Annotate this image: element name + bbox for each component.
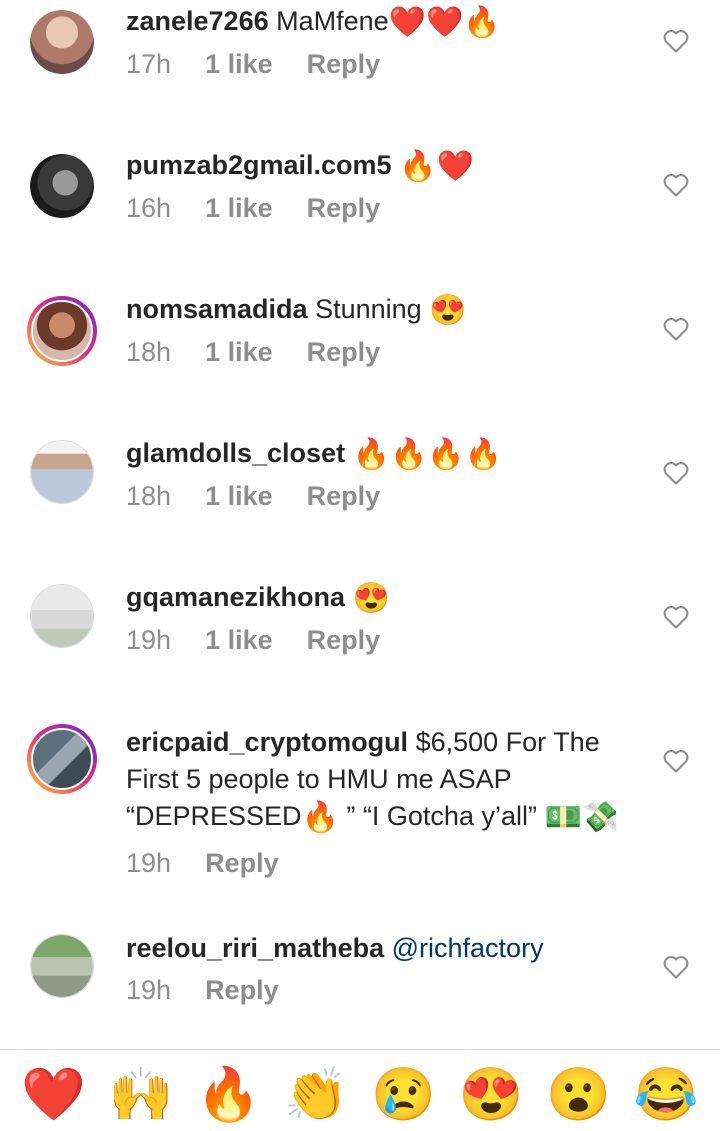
comment-likes[interactable]: 1 like [205, 481, 273, 512]
avatar[interactable] [30, 10, 94, 74]
comment-username[interactable]: glamdolls_closet [126, 438, 345, 468]
divider [0, 1049, 720, 1050]
avatar[interactable] [27, 296, 97, 366]
avatar[interactable] [30, 934, 94, 998]
avatar[interactable] [27, 724, 97, 794]
heart-icon[interactable] [662, 316, 690, 342]
reply-button[interactable]: Reply [307, 625, 381, 656]
reply-button[interactable]: Reply [205, 975, 279, 1006]
comment-time: 19h [126, 975, 172, 1005]
heart-icon[interactable] [662, 460, 690, 486]
comment-likes[interactable]: 1 like [205, 337, 273, 368]
comment-text: MaMfene [276, 6, 389, 36]
red-heart-icon[interactable]: ❤️ [21, 1065, 86, 1125]
comment-username[interactable]: ericpaid_cryptomogul [126, 727, 408, 757]
comment-time: 19h [126, 848, 172, 878]
comment-username[interactable]: nomsamadida [126, 294, 308, 324]
heart-icon[interactable] [662, 604, 690, 630]
comment-emoji: 😍 [352, 582, 390, 615]
heart-eyes-icon[interactable]: 😍 [459, 1065, 524, 1125]
comment-time: 17h [126, 49, 172, 79]
comment-username[interactable]: reelou_riri_matheba [126, 933, 384, 963]
emoji-reaction-bar: ❤️ 🙌 🔥 👏 😢 😍 😮 😂 [0, 1060, 720, 1130]
heart-icon[interactable] [662, 954, 690, 980]
clapping-hands-icon[interactable]: 👏 [284, 1065, 349, 1125]
reply-button[interactable]: Reply [205, 848, 279, 879]
comment-time: 16h [126, 193, 172, 223]
avatar[interactable] [30, 440, 94, 504]
comment-time: 19h [126, 625, 172, 655]
comment-username[interactable]: gqamanezikhona [126, 582, 345, 612]
comment-time: 18h [126, 481, 172, 511]
comment-username[interactable]: zanele7266 [126, 6, 269, 36]
comment-emoji: 💵💸 [544, 801, 620, 834]
comment-text: Stunning [315, 294, 422, 324]
crying-face-icon[interactable]: 😢 [371, 1065, 436, 1125]
heart-icon[interactable] [662, 28, 690, 54]
comment-emoji: 🔥❤️ [399, 150, 474, 183]
comment-likes[interactable]: 1 like [205, 193, 273, 224]
comment-time: 18h [126, 337, 172, 367]
reply-button[interactable]: Reply [307, 481, 381, 512]
comment-emoji: 😍 [429, 294, 467, 327]
comment-emoji: ❤️❤️🔥 [388, 6, 501, 39]
reply-button[interactable]: Reply [307, 193, 381, 224]
comment-username[interactable]: pumzab2gmail.com5 [126, 150, 392, 180]
avatar[interactable] [30, 584, 94, 648]
heart-icon[interactable] [662, 172, 690, 198]
surprised-face-icon[interactable]: 😮 [546, 1065, 611, 1125]
fire-icon[interactable]: 🔥 [196, 1065, 261, 1125]
mention-link[interactable]: @richfactory [392, 933, 544, 963]
tears-of-joy-icon[interactable]: 😂 [634, 1065, 699, 1125]
avatar[interactable] [30, 154, 94, 218]
reply-button[interactable]: Reply [307, 337, 381, 368]
heart-icon[interactable] [662, 748, 690, 774]
comment-emoji: 🔥🔥🔥🔥 [352, 438, 503, 471]
reply-button[interactable]: Reply [307, 49, 381, 80]
comment-text: ” “I Gotcha y’all” [346, 801, 537, 831]
comment-likes[interactable]: 1 like [205, 625, 273, 656]
comment-likes[interactable]: 1 like [205, 49, 273, 80]
raised-hands-icon[interactable]: 🙌 [109, 1065, 174, 1125]
comment-emoji: 🔥 [301, 801, 339, 834]
